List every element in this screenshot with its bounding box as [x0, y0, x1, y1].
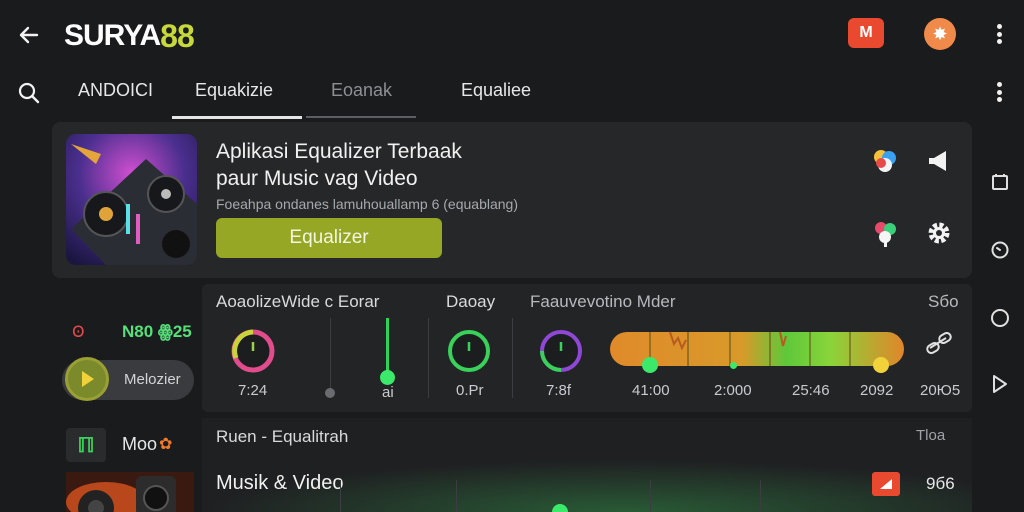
- home-circle-icon[interactable]: [988, 306, 1012, 330]
- divider-2: [512, 318, 513, 398]
- knob-2[interactable]: [446, 328, 492, 379]
- knob-3[interactable]: [538, 328, 584, 379]
- megaphone-icon[interactable]: [922, 144, 956, 178]
- timeline-tick-1: 41:00: [632, 382, 670, 399]
- fader-2-knob[interactable]: [380, 370, 395, 385]
- search-icon[interactable]: [16, 80, 42, 106]
- playlist-divider-2: [456, 480, 457, 512]
- pinwheel-icon[interactable]: [868, 216, 902, 250]
- speaker-thumbnail[interactable]: [66, 472, 194, 512]
- mixer-far-label: Sбo: [928, 292, 959, 311]
- badge-label: M: [859, 24, 873, 41]
- more-menu-icon[interactable]: [989, 21, 1009, 47]
- clock-icon[interactable]: [988, 238, 1012, 262]
- fader-track-1: [330, 318, 331, 398]
- knob-1[interactable]: [230, 328, 276, 379]
- feature-subtitle: Foeahpa ondanes lamuhouallamp 6 (equabla…: [216, 196, 518, 212]
- avatar-glyph: ✸: [932, 23, 948, 44]
- photos-icon[interactable]: [868, 144, 902, 178]
- knob-3-value: 7:8f: [546, 382, 572, 399]
- back-arrow-icon[interactable]: [14, 20, 44, 50]
- active-tab-indicator: [172, 116, 302, 119]
- playlist-divider-3: [650, 480, 651, 512]
- brand-logo: SURYA 88: [64, 16, 195, 56]
- playlist-item-title[interactable]: Musik & Video: [216, 472, 343, 495]
- tabs-more-icon[interactable]: [989, 79, 1009, 105]
- mixer-title: AoaolizeWide c Eorar: [216, 292, 380, 311]
- brand-number: 88: [160, 17, 195, 54]
- playlist-title: Ruen - Equalitrah: [216, 427, 349, 446]
- left-code: N80 ꙮ25: [122, 322, 192, 341]
- timeline-end: 20Ю5: [920, 382, 961, 399]
- flower-icon: ✿: [159, 436, 173, 453]
- play-icon[interactable]: [65, 357, 109, 401]
- brand-name: SURYA: [64, 19, 161, 52]
- timeline-marker-mid[interactable]: [730, 362, 737, 369]
- fader-label: ai: [382, 384, 394, 401]
- knob-2-value: 0.Pr: [456, 382, 484, 399]
- equalizer-app-icon[interactable]: ℿ: [66, 428, 106, 462]
- feature-title-line2: paur Music vag Video: [216, 167, 418, 190]
- timeline-marker-start[interactable]: [642, 357, 658, 373]
- feature-title-line1: Aplikasi Equalizer Terbaak: [216, 140, 462, 163]
- melodizer-label: Melozier: [124, 371, 181, 388]
- link-icon[interactable]: [924, 328, 954, 363]
- play-triangle-icon[interactable]: [988, 372, 1012, 396]
- timeline-tick-2: 2:000: [714, 382, 752, 399]
- fader-1-knob[interactable]: [325, 388, 335, 398]
- tab-equaliee[interactable]: Equaliee: [461, 80, 531, 110]
- tab-andoici[interactable]: ANDOICI: [78, 80, 153, 110]
- mixer-mid-label: Daoay: [446, 292, 496, 311]
- playlist-divider-4: [760, 480, 761, 512]
- tab-divider: [306, 116, 416, 118]
- dj-mixer-thumbnail[interactable]: [66, 134, 197, 265]
- left-code-prefix: Ꙩ: [72, 324, 85, 341]
- timeline-tick-3: 25:46: [792, 382, 830, 399]
- timeline-marker-end[interactable]: [873, 357, 889, 373]
- settings-gear-icon[interactable]: [922, 216, 956, 250]
- fader-track-2: [386, 318, 389, 378]
- playlist-divider-1: [340, 480, 341, 512]
- playlist-item-count: 9б6: [926, 474, 955, 493]
- mixer-right-label: Faauvevotino Mder: [530, 292, 676, 311]
- playlist-left-label: Moo: [122, 434, 158, 454]
- avatar[interactable]: ✸: [924, 18, 956, 50]
- timeline-tick-4: 2092: [860, 382, 894, 399]
- playlist-right-label: Тloa: [916, 427, 946, 444]
- eq-icon-glyph: ℿ: [77, 434, 95, 457]
- square-icon[interactable]: [988, 170, 1012, 194]
- video-thumb-icon[interactable]: [872, 472, 900, 496]
- equalizer-button[interactable]: Equalizer: [216, 218, 442, 258]
- tab-eoanak[interactable]: Eoanak: [331, 80, 392, 110]
- divider-1: [428, 318, 429, 398]
- tab-equakizie[interactable]: Equakizie: [195, 80, 273, 110]
- knob-1-value: 7:24: [238, 382, 268, 399]
- app-badge-button[interactable]: M: [848, 18, 884, 48]
